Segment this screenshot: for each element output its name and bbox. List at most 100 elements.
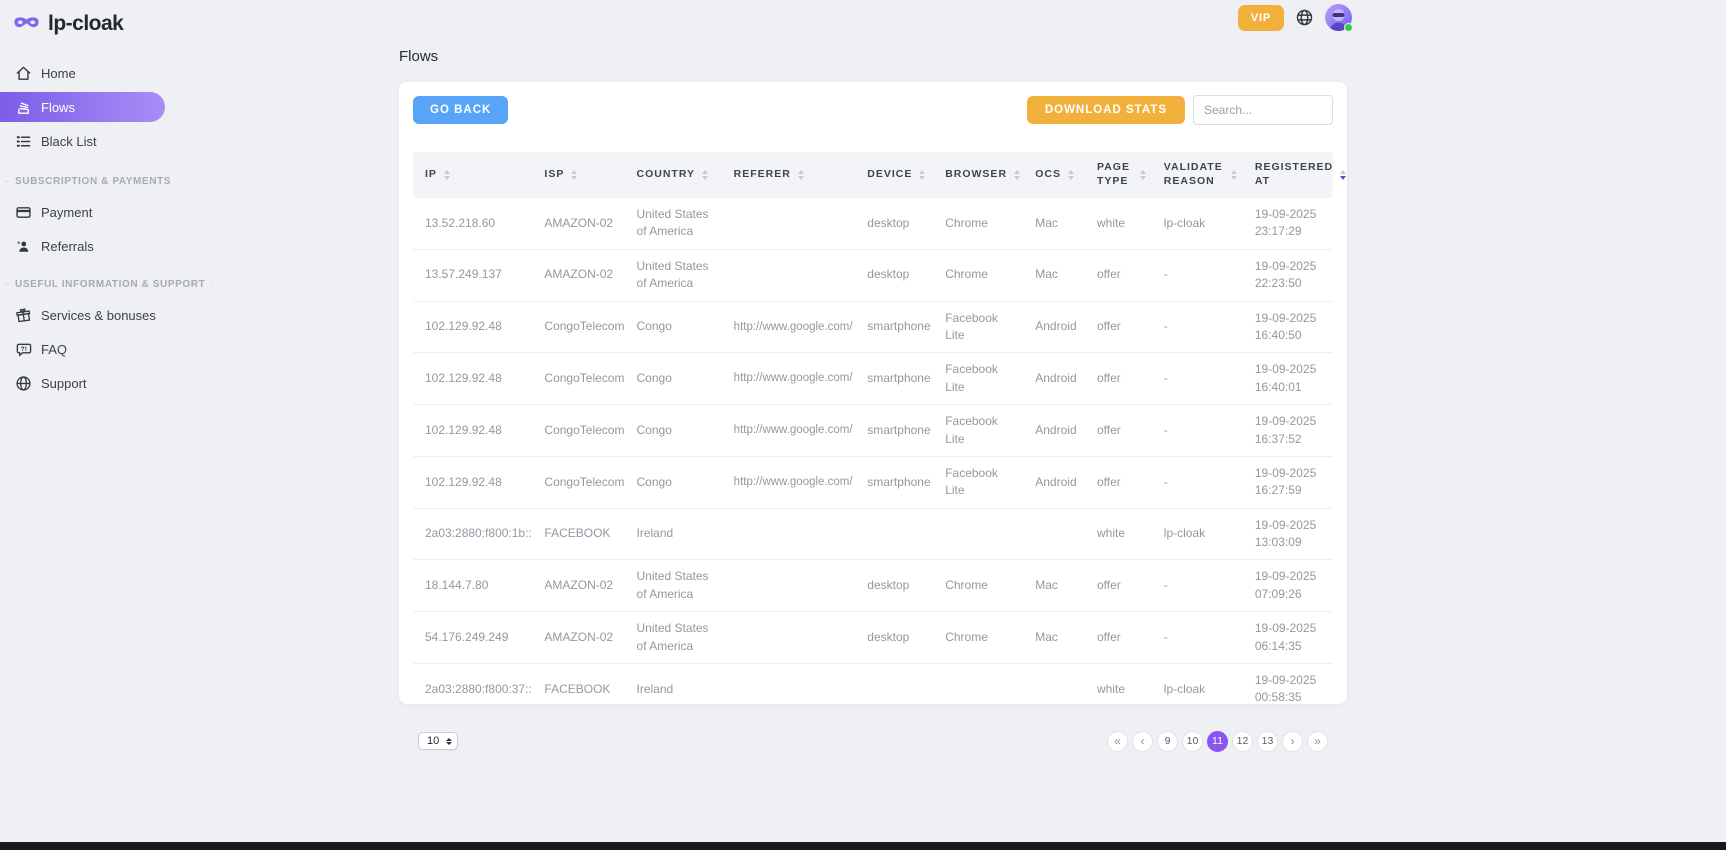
app-logo[interactable]: lp-cloak [0, 0, 166, 36]
table-row: 18.144.7.80AMAZON-02United States of Ame… [413, 560, 1333, 612]
go-back-button[interactable]: GO BACK [413, 96, 508, 124]
page-button-13[interactable]: 13 [1257, 731, 1278, 752]
support-icon [14, 374, 32, 392]
cell-validate_reason: lp-cloak [1152, 198, 1243, 249]
cell-page_type: offer [1085, 612, 1152, 664]
faq-icon: ?! [14, 340, 32, 358]
column-label: BROWSER [945, 168, 1007, 182]
table-row: 2a03:2880:f800:1b::FACEBOOKIrelandwhitel… [413, 508, 1333, 560]
cell-browser [933, 508, 1023, 560]
column-header-page_type[interactable]: PAGE TYPE [1085, 152, 1152, 198]
stepper-icon [446, 738, 452, 745]
bottom-edge-bar [0, 842, 1726, 850]
cell-registered_at: 19-09-2025 23:17:29 [1243, 198, 1333, 249]
cell-country: Congo [625, 301, 722, 353]
cell-ip: 13.57.249.137 [413, 249, 532, 301]
prev-page-button[interactable]: ‹ [1132, 731, 1153, 752]
column-header-device[interactable]: DEVICE [855, 152, 933, 198]
page-size-select[interactable]: 10 [418, 732, 458, 750]
table-body: 13.52.218.60AMAZON-02United States of Am… [413, 198, 1333, 715]
cell-referer [722, 198, 856, 249]
sidebar-item-flows[interactable]: Flows [0, 92, 165, 122]
globe-icon[interactable] [1295, 8, 1314, 27]
cell-device [855, 508, 933, 560]
page-button-12[interactable]: 12 [1232, 731, 1253, 752]
sort-icon [798, 170, 804, 180]
cell-ip: 2a03:2880:f800:1b:: [413, 508, 532, 560]
pager: «‹910111213›» [1107, 731, 1328, 752]
flows-card: GO BACK DOWNLOAD STATS IPISPCOUNTRYREFER… [399, 82, 1347, 704]
sidebar-item-payment[interactable]: Payment [0, 199, 166, 225]
sidebar-item-label: FAQ [41, 342, 67, 357]
page-button-10[interactable]: 10 [1182, 731, 1203, 752]
cell-browser [933, 664, 1023, 716]
flows-icon [14, 98, 32, 116]
cell-page_type: offer [1085, 301, 1152, 353]
cell-referer [722, 664, 856, 716]
nav-section-title: SUBSCRIPTION & PAYMENTS [0, 176, 166, 187]
gift-icon [14, 306, 32, 324]
user-avatar[interactable] [1325, 4, 1352, 31]
cell-browser: Facebook Lite [933, 456, 1023, 508]
flows-table: IPISPCOUNTRYREFERER DEVICE BROWSER OCS PAGE … [413, 152, 1333, 716]
table-row: 102.129.92.48CongoTelecomCongohttp://www… [413, 456, 1333, 508]
cell-ocs: Android [1023, 405, 1085, 457]
column-header-registered_at[interactable]: REGISTERED AT [1243, 152, 1333, 198]
cell-validate_reason: - [1152, 301, 1243, 353]
page-title: Flows [399, 48, 1347, 65]
nav-section-title: USEFUL INFORMATION & SUPPORT [0, 279, 166, 290]
vip-button[interactable]: VIP [1238, 5, 1284, 31]
column-header-isp[interactable]: ISP [532, 152, 624, 198]
cell-country: United States of America [625, 249, 722, 301]
cell-country: Congo [625, 405, 722, 457]
cell-isp: AMAZON-02 [532, 560, 624, 612]
table-header-row: IPISPCOUNTRYREFERER DEVICE BROWSER OCS PAGE … [413, 152, 1333, 198]
cell-isp: AMAZON-02 [532, 198, 624, 249]
first-page-button[interactable]: « [1107, 731, 1128, 752]
sidebar-item-support[interactable]: Support [0, 370, 166, 396]
cell-browser: Facebook Lite [933, 405, 1023, 457]
cell-registered_at: 19-09-2025 16:40:50 [1243, 301, 1333, 353]
last-page-button[interactable]: » [1307, 731, 1328, 752]
column-label: VALIDATE REASON [1164, 161, 1224, 188]
search-input[interactable] [1193, 95, 1333, 125]
cell-device: desktop [855, 198, 933, 249]
column-header-browser[interactable]: BROWSER [933, 152, 1023, 198]
cell-country: United States of America [625, 198, 722, 249]
cell-registered_at: 19-09-2025 00:58:35 [1243, 664, 1333, 716]
cell-registered_at: 19-09-2025 22:23:50 [1243, 249, 1333, 301]
column-header-ocs[interactable]: OCS [1023, 152, 1085, 198]
cell-browser: Chrome [933, 560, 1023, 612]
download-stats-button[interactable]: DOWNLOAD STATS [1027, 96, 1185, 124]
page-button-11[interactable]: 11 [1207, 731, 1228, 752]
sidebar-item-faq[interactable]: ?! FAQ [0, 336, 166, 362]
online-status-dot [1344, 23, 1353, 32]
cell-referer: http://www.google.com/ [722, 301, 856, 353]
column-header-ip[interactable]: IP [413, 152, 532, 198]
sidebar-item-referrals[interactable]: Referrals [0, 233, 166, 259]
page-button-9[interactable]: 9 [1157, 731, 1178, 752]
cell-validate_reason: lp-cloak [1152, 664, 1243, 716]
cell-ocs [1023, 664, 1085, 716]
cell-page_type: offer [1085, 456, 1152, 508]
cell-registered_at: 19-09-2025 16:37:52 [1243, 405, 1333, 457]
cell-country: Congo [625, 353, 722, 405]
column-label: DEVICE [867, 168, 912, 182]
sort-icon [1231, 170, 1237, 180]
cell-browser: Facebook Lite [933, 301, 1023, 353]
sidebar-item-home[interactable]: Home [0, 58, 166, 88]
cell-registered_at: 19-09-2025 16:27:59 [1243, 456, 1333, 508]
sidebar-item-label: Black List [41, 134, 97, 149]
cell-ocs [1023, 508, 1085, 560]
sidebar-item-services-bonuses[interactable]: Services & bonuses [0, 302, 166, 328]
cell-country: United States of America [625, 560, 722, 612]
sidebar-item-black-list[interactable]: Black List [0, 126, 166, 156]
cell-registered_at: 19-09-2025 07:09:26 [1243, 560, 1333, 612]
column-header-validate_reason[interactable]: VALIDATE REASON [1152, 152, 1243, 198]
column-header-country[interactable]: COUNTRY [625, 152, 722, 198]
column-header-referer[interactable]: REFERER [722, 152, 856, 198]
cell-browser: Chrome [933, 612, 1023, 664]
column-label: OCS [1035, 168, 1061, 182]
next-page-button[interactable]: › [1282, 731, 1303, 752]
cell-device: smartphone [855, 456, 933, 508]
